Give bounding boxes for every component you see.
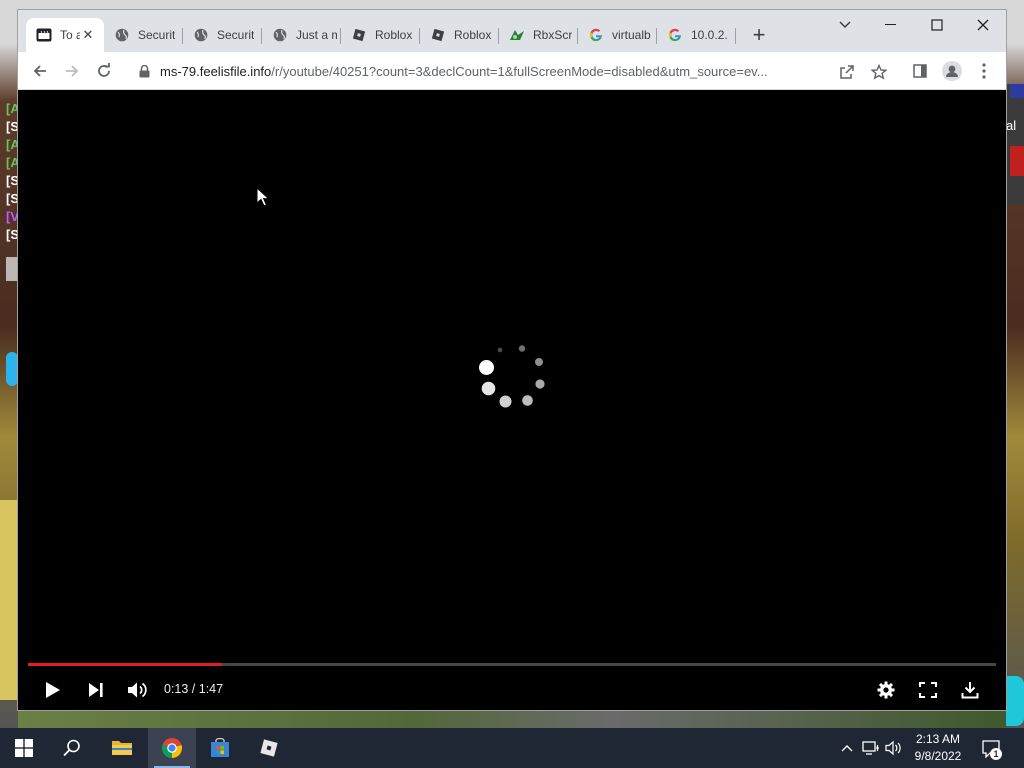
google-icon	[667, 27, 683, 43]
tab-1[interactable]: To a	[26, 22, 80, 48]
forward-button[interactable]	[59, 58, 85, 84]
start-icon	[15, 739, 33, 757]
chrome-taskbar-button[interactable]	[148, 728, 196, 768]
tab-label: Roblox	[375, 28, 413, 42]
url-host: ms-79.feelisfile.info	[160, 64, 272, 79]
store-icon	[211, 738, 229, 757]
tab-strip: To a Securit Securit Just a m Roblox Roblox Rb…	[18, 10, 1006, 52]
notification-center-button[interactable]: 1	[978, 736, 1004, 762]
browser-window: To a Securit Securit Just a m Roblox Roblox Rb…	[18, 10, 1006, 710]
roblox-icon	[260, 739, 278, 757]
video-player[interactable]: 0:13 / 1:47	[18, 90, 1006, 710]
tab-label: Securit	[217, 28, 255, 42]
file-explorer-button[interactable]	[98, 728, 146, 768]
game-blue-object	[6, 352, 18, 386]
tab-label: Roblox	[454, 28, 492, 42]
taskbar-search-button[interactable]	[48, 728, 96, 768]
tab-label: Securit	[138, 28, 176, 42]
roblox-icon	[351, 27, 367, 43]
globe-icon	[114, 27, 130, 43]
tab-separator	[656, 28, 657, 44]
game-terrain	[0, 500, 18, 700]
lock-icon[interactable]	[136, 63, 152, 79]
url-text[interactable]: ms-79.feelisfile.info/r/youtube/40251?co…	[160, 64, 830, 79]
roblox-icon	[430, 27, 446, 43]
tab-3[interactable]: Securit	[183, 22, 258, 48]
game-side-marker	[1010, 84, 1024, 98]
profile-avatar-icon[interactable]	[939, 58, 965, 84]
play-button[interactable]	[39, 676, 67, 704]
clock-time: 2:13 AM	[915, 732, 961, 746]
tab-separator	[577, 28, 578, 44]
network-icon[interactable]	[861, 738, 881, 758]
tab-2[interactable]: Securit	[104, 22, 179, 48]
tab-8[interactable]: virtualb	[578, 22, 653, 48]
close-tab-icon[interactable]: ✕	[80, 27, 96, 43]
maximize-button[interactable]	[914, 10, 960, 40]
google-icon	[588, 27, 604, 43]
new-tab-button[interactable]: +	[748, 24, 770, 46]
start-button[interactable]	[0, 728, 48, 768]
tab-separator	[340, 28, 341, 44]
bookmark-star-icon[interactable]	[868, 61, 890, 83]
globe-icon	[272, 27, 288, 43]
tab-separator	[735, 28, 736, 44]
reload-button[interactable]	[91, 58, 117, 84]
browser-toolbar: ms-79.feelisfile.info/r/youtube/40251?co…	[18, 52, 1006, 90]
globe-icon	[193, 27, 209, 43]
time-display: 0:13 / 1:47	[164, 682, 224, 696]
tab-9[interactable]: 10.0.2.	[657, 22, 732, 48]
chrome-icon	[161, 738, 182, 759]
taskbar-clock[interactable]: 2:13 AM 9/8/2022	[904, 731, 972, 765]
close-window-button[interactable]	[960, 10, 1006, 40]
url-path: /r/youtube/40251?count=3&declCount=1&ful…	[271, 64, 768, 79]
show-hidden-icons-chevron-icon[interactable]	[837, 738, 857, 758]
progress-bar[interactable]	[28, 663, 996, 666]
video-icon	[36, 27, 52, 43]
tab-label: virtualb	[612, 28, 651, 42]
search-icon	[63, 739, 80, 757]
tab-6[interactable]: Roblox	[420, 22, 495, 48]
file-explorer-icon	[112, 741, 132, 755]
address-bar[interactable]: ms-79.feelisfile.info/r/youtube/40251?co…	[128, 57, 898, 85]
minimize-button[interactable]	[868, 10, 914, 40]
tab-label: Just a m	[296, 28, 337, 42]
tab-separator	[182, 28, 183, 44]
tab-label: 10.0.2.	[691, 28, 728, 42]
progress-bar-played	[28, 663, 222, 666]
tab-search-chevron-icon[interactable]	[836, 16, 854, 34]
game-side-panel	[1006, 84, 1024, 204]
game-side-label: al	[1006, 118, 1017, 133]
download-icon[interactable]	[956, 676, 984, 704]
tab-separator	[261, 28, 262, 44]
tab-label: To a	[60, 28, 80, 42]
browser-menu-icon[interactable]	[971, 58, 997, 84]
tab-5[interactable]: Roblox	[341, 22, 416, 48]
tab-separator	[419, 28, 420, 44]
store-button[interactable]	[196, 728, 244, 768]
loading-spinner-icon	[479, 345, 545, 408]
game-ground	[18, 708, 1006, 728]
tab-separator	[498, 28, 499, 44]
volume-tray-icon[interactable]	[884, 738, 904, 758]
notification-count-badge: 1	[990, 748, 1002, 760]
rbxscripts-icon	[509, 27, 525, 43]
tab-label: RbxScr	[533, 28, 573, 42]
mouse-cursor-icon	[256, 187, 270, 207]
settings-gear-icon[interactable]	[872, 676, 900, 704]
share-icon[interactable]	[836, 61, 858, 83]
roblox-taskbar-button[interactable]	[245, 728, 293, 768]
clock-date: 9/8/2022	[914, 749, 962, 763]
windows-taskbar: 2:13 AM 9/8/2022 1	[0, 728, 1024, 768]
volume-button[interactable]	[124, 676, 152, 704]
side-panel-icon[interactable]	[907, 58, 933, 84]
next-button[interactable]	[82, 676, 110, 704]
game-side-red-block	[1010, 146, 1024, 176]
fullscreen-icon[interactable]	[914, 676, 942, 704]
tab-7[interactable]: RbxScr	[499, 22, 574, 48]
tab-4[interactable]: Just a m	[262, 22, 337, 48]
back-button[interactable]	[27, 58, 53, 84]
